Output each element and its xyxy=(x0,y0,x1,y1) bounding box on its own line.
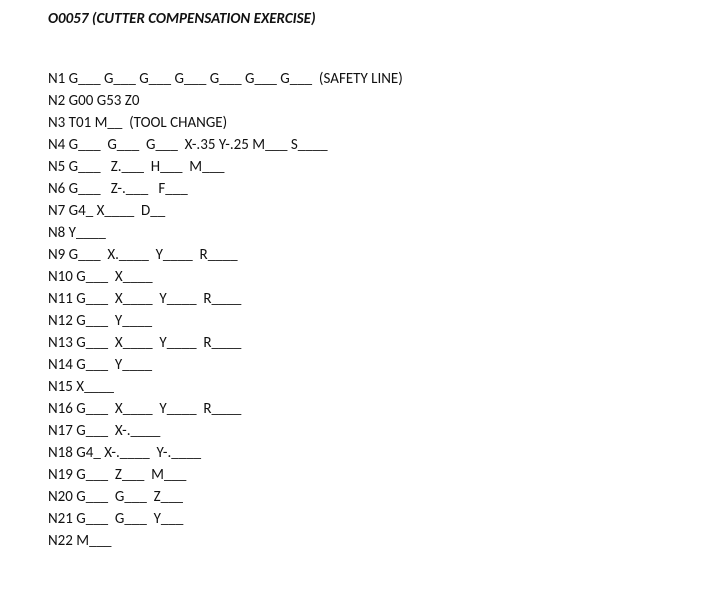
gcode-line-17: N17 G___ X-.____ xyxy=(48,420,704,442)
gcode-line-10: N10 G___ X____ xyxy=(48,266,704,288)
gcode-lines: N1 G___ G___ G___ G___ G___ G___ G___ (S… xyxy=(48,68,704,552)
gcode-line-2: N2 G00 G53 Z0 xyxy=(48,90,704,112)
gcode-line-16: N16 G___ X____ Y____ R____ xyxy=(48,398,704,420)
gcode-line-4: N4 G___ G___ G___ X-.35 Y-.25 M___ S____ xyxy=(48,134,704,156)
gcode-line-12: N12 G___ Y____ xyxy=(48,310,704,332)
gcode-line-5: N5 G___ Z.___ H___ M___ xyxy=(48,156,704,178)
gcode-line-19: N19 G___ Z___ M___ xyxy=(48,464,704,486)
gcode-line-22: N22 M___ xyxy=(48,530,704,552)
gcode-line-8: N8 Y____ xyxy=(48,222,704,244)
gcode-line-9: N9 G___ X.____ Y____ R____ xyxy=(48,244,704,266)
gcode-line-7: N7 G4_ X____ D__ xyxy=(48,200,704,222)
gcode-line-21: N21 G___ G___ Y___ xyxy=(48,508,704,530)
gcode-line-3: N3 T01 M__ (TOOL CHANGE) xyxy=(48,112,704,134)
gcode-line-6: N6 G___ Z-.___ F___ xyxy=(48,178,704,200)
program-title: O0057 (CUTTER COMPENSATION EXERCISE) xyxy=(48,10,704,28)
gcode-line-15: N15 X____ xyxy=(48,376,704,398)
gcode-line-20: N20 G___ G___ Z___ xyxy=(48,486,704,508)
gcode-line-11: N11 G___ X____ Y____ R____ xyxy=(48,288,704,310)
gcode-line-13: N13 G___ X____ Y____ R____ xyxy=(48,332,704,354)
gcode-line-18: N18 G4_ X-.____ Y-.____ xyxy=(48,442,704,464)
gcode-line-14: N14 G___ Y____ xyxy=(48,354,704,376)
gcode-line-1: N1 G___ G___ G___ G___ G___ G___ G___ (S… xyxy=(48,68,704,90)
gcode-exercise-page: O0057 (CUTTER COMPENSATION EXERCISE) N1 … xyxy=(0,0,704,598)
